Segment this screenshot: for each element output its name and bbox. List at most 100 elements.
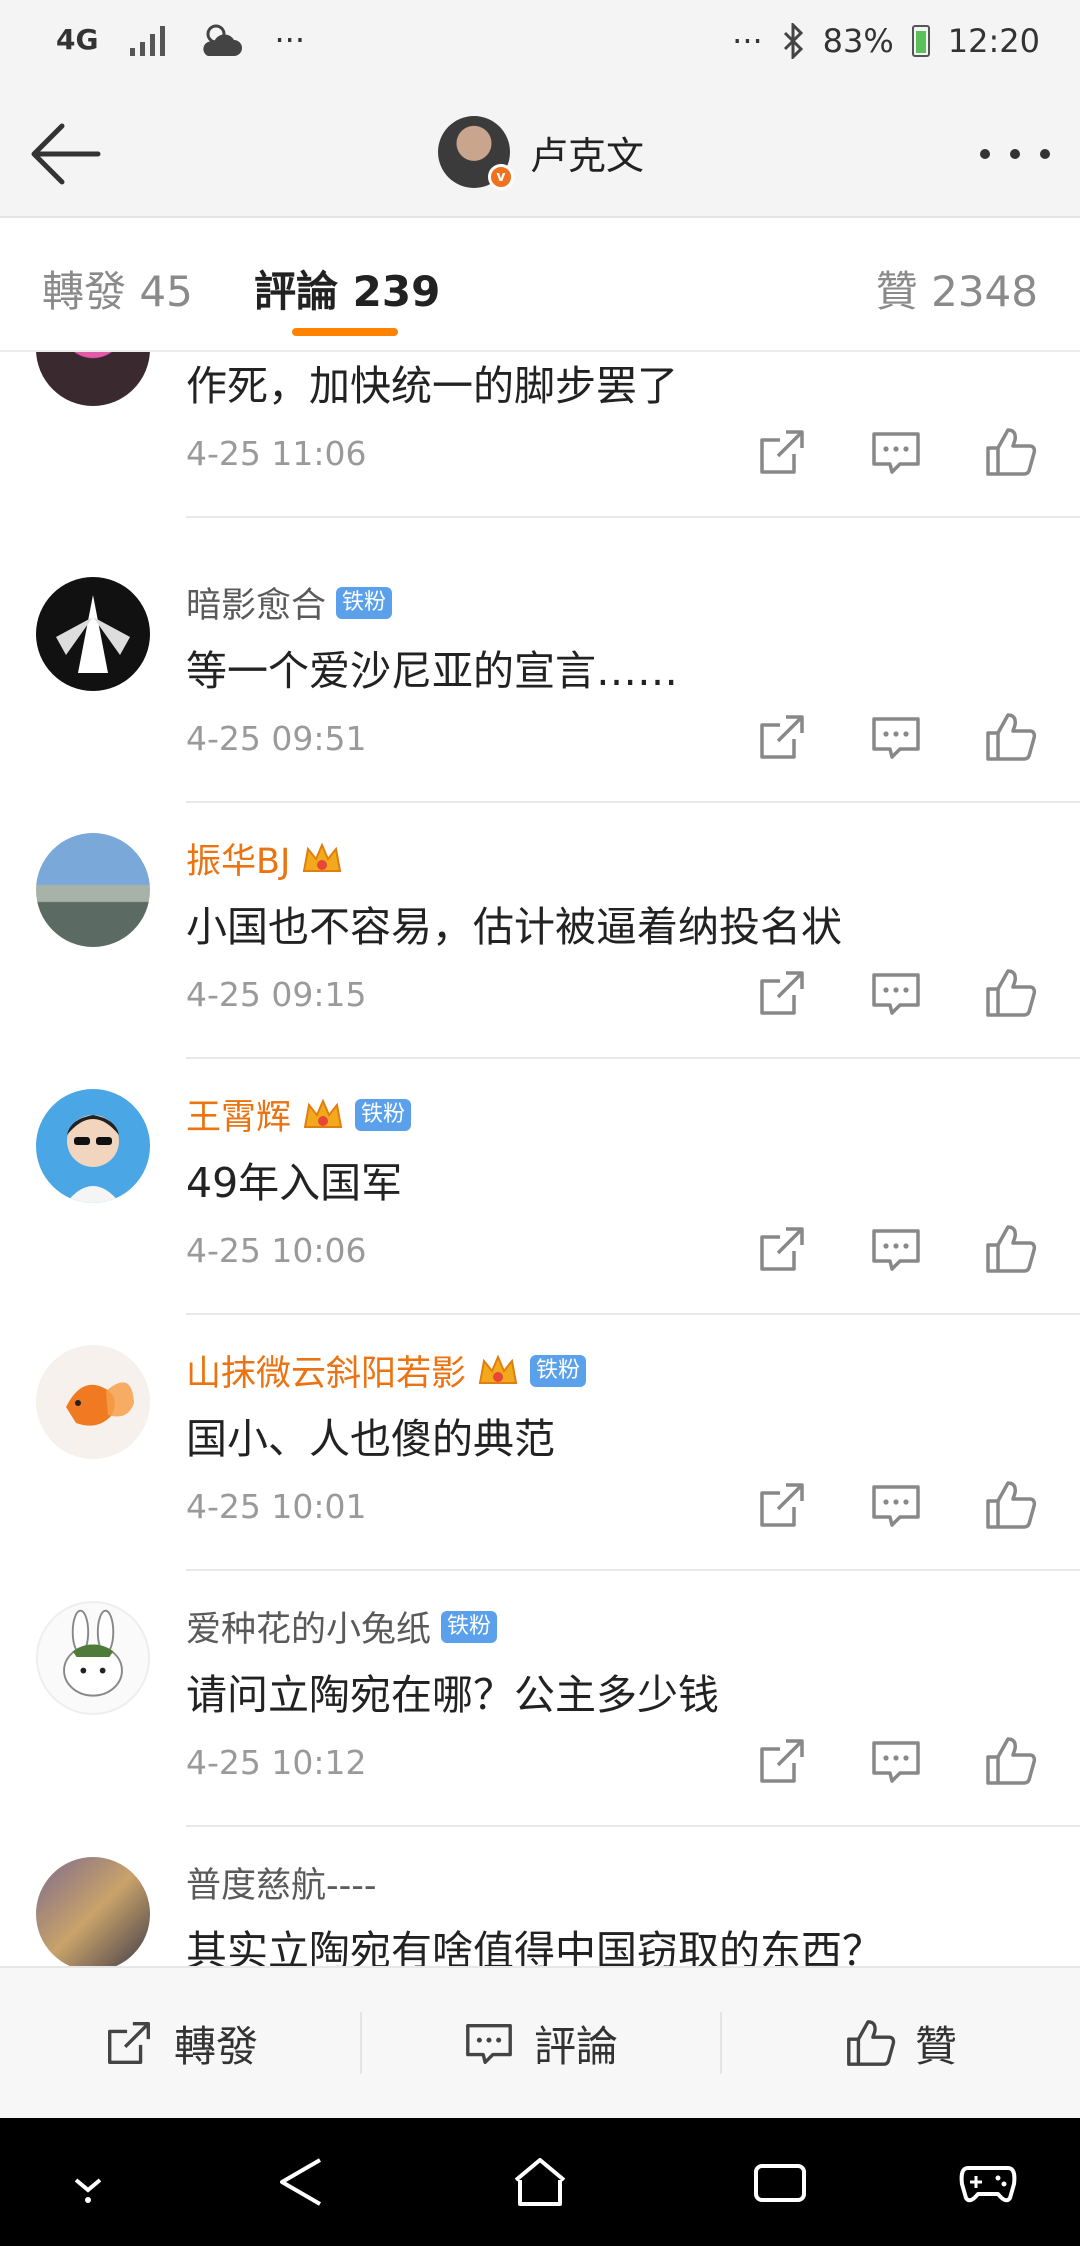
comment-item: 山抹微云斜阳若影 铁粉 国小、人也傻的典范 4-25 10:01	[0, 1345, 1080, 1601]
crown-badge-icon	[303, 1097, 343, 1128]
weather-cloudy-icon	[203, 24, 243, 56]
recent-apps-icon[interactable]	[750, 2154, 810, 2210]
user-avatar[interactable]	[36, 1857, 150, 1966]
divider	[186, 801, 1080, 803]
fan-badge: 铁粉	[441, 1610, 498, 1643]
forward-icon[interactable]	[754, 709, 810, 765]
divider	[186, 1313, 1080, 1315]
comment-label: 評論	[533, 2021, 618, 2071]
status-bar: 4G ··· ··· 83% 12:20	[0, 0, 1080, 90]
comment-button[interactable]: 評論	[360, 1968, 720, 2118]
comment-time: 4-25 09:51	[186, 719, 367, 758]
comment-text: 49年入国军	[186, 1159, 403, 1207]
divider	[186, 1057, 1080, 1059]
user-avatar[interactable]	[36, 1345, 150, 1459]
forward-icon[interactable]	[754, 1477, 810, 1533]
back-nav-icon[interactable]	[272, 2154, 332, 2210]
divider	[186, 516, 1080, 518]
tab-comments[interactable]: 評論 239	[254, 258, 440, 336]
like-icon[interactable]	[982, 1221, 1038, 1277]
avatar-bunny-icon	[63, 1609, 123, 1697]
crown-badge-icon	[303, 841, 342, 872]
username[interactable]: 振华BJ	[186, 833, 344, 884]
comment-text: 作死，加快统一的脚步罢了	[186, 362, 678, 410]
like-icon[interactable]	[982, 1733, 1038, 1789]
tab-likes[interactable]: 贊 2348	[876, 258, 1038, 319]
comment-text: 等一个爱沙尼亚的宣言……	[186, 647, 678, 695]
more-options-icon[interactable]	[980, 134, 1050, 174]
tab-bar: 轉發 45 評論 239 贊 2348	[0, 218, 1080, 352]
nav-bar: v 卢克文	[0, 90, 1080, 218]
comment-time: 4-25 10:12	[186, 1743, 367, 1782]
battery-icon	[911, 25, 930, 57]
avatar-illustration-icon	[56, 595, 130, 673]
username[interactable]: 山抹微云斜阳若影 铁粉	[186, 1345, 587, 1396]
user-avatar[interactable]	[36, 1089, 150, 1203]
crown-badge-icon	[478, 1353, 518, 1384]
hide-keyboard-icon[interactable]	[58, 2154, 118, 2210]
like-icon[interactable]	[982, 1477, 1038, 1533]
username[interactable]: 王霄辉 铁粉	[186, 1089, 412, 1140]
forward-label: 轉發	[173, 2021, 258, 2071]
network-indicator: 4G	[56, 23, 99, 56]
comment-item: 暗影愈合 铁粉 等一个爱沙尼亚的宣言…… 4-25 09:51	[0, 577, 1080, 833]
comment-icon	[466, 2023, 512, 2064]
forward-icon[interactable]	[754, 1221, 810, 1277]
tab-forwards[interactable]: 轉發 45	[42, 258, 193, 319]
like-button[interactable]: 贊	[720, 1968, 1080, 2118]
comment-item: 王霄辉 铁粉 49年入国军 4-25 10:06	[0, 1089, 1080, 1345]
forward-icon[interactable]	[754, 965, 810, 1021]
reply-icon[interactable]	[868, 709, 924, 765]
comment-item: 作死，加快统一的脚步罢了 4-25 11:06	[0, 352, 1080, 548]
user-avatar[interactable]	[36, 352, 150, 406]
fan-badge: 铁粉	[530, 1354, 587, 1387]
verified-icon: v	[488, 164, 514, 190]
bottom-action-bar: 轉發 評論 贊	[0, 1966, 1080, 2118]
forward-button[interactable]: 轉發	[0, 1968, 360, 2118]
reply-icon[interactable]	[868, 1733, 924, 1789]
home-icon[interactable]	[510, 2154, 570, 2210]
forward-icon[interactable]	[754, 1733, 810, 1789]
comment-text: 国小、人也傻的典范	[186, 1415, 555, 1463]
status-more-right: ···	[732, 22, 763, 60]
comment-time: 4-25 11:06	[186, 434, 367, 473]
like-icon[interactable]	[982, 424, 1038, 480]
reply-icon[interactable]	[868, 965, 924, 1021]
reply-icon[interactable]	[868, 424, 924, 480]
avatar-cartoon-icon	[66, 1115, 120, 1203]
bluetooth-icon	[783, 23, 803, 59]
like-icon[interactable]	[982, 709, 1038, 765]
reply-icon[interactable]	[868, 1477, 924, 1533]
comment-item: 振华BJ 小国也不容易，估计被逼着纳投名状 4-25 09:15	[0, 833, 1080, 1089]
forward-icon[interactable]	[754, 424, 810, 480]
comment-text: 小国也不容易，估计被逼着纳投名状	[186, 903, 842, 951]
fan-badge: 铁粉	[336, 586, 393, 619]
comment-time: 4-25 10:06	[186, 1231, 367, 1270]
comment-list[interactable]: 作死，加快统一的脚步罢了 4-25 11:06 暗影愈合 铁粉 等一个爱沙尼亚的宣…	[0, 352, 1080, 1966]
comment-item: 爱种花的小兔纸 铁粉 请问立陶宛在哪？公主多少钱 4-25 10:12	[0, 1601, 1080, 1857]
battery-percent: 83%	[822, 22, 894, 60]
author-avatar[interactable]: v	[438, 116, 514, 190]
reply-icon[interactable]	[868, 1221, 924, 1277]
forward-icon	[108, 2022, 150, 2064]
comment-text: 请问立陶宛在哪？公主多少钱	[186, 1671, 719, 1719]
comment-time: 4-25 09:15	[186, 975, 367, 1014]
user-avatar[interactable]	[36, 1601, 150, 1715]
author-header[interactable]: v 卢克文	[438, 116, 644, 190]
like-icon	[847, 2020, 896, 2066]
author-name[interactable]: 卢克文	[530, 125, 644, 180]
signal-icon	[130, 26, 166, 56]
user-avatar[interactable]	[36, 833, 150, 947]
comment-text: 其实立陶宛有啥值得中国窃取的东西？	[186, 1927, 883, 1966]
user-avatar[interactable]	[36, 577, 150, 691]
like-label: 贊	[914, 2021, 957, 2071]
comment-item: 普度慈航---- 其实立陶宛有啥值得中国窃取的东西？	[0, 1857, 1080, 1966]
username[interactable]: 爱种花的小兔纸 铁粉	[186, 1601, 498, 1652]
back-arrow-icon[interactable]	[28, 118, 104, 190]
comment-time: 4-25 10:01	[186, 1487, 367, 1526]
username[interactable]: 暗影愈合 铁粉	[186, 577, 393, 628]
like-icon[interactable]	[982, 965, 1038, 1021]
game-mode-icon[interactable]	[958, 2154, 1018, 2210]
username[interactable]: 普度慈航----	[186, 1857, 377, 1908]
clock: 12:20	[947, 22, 1040, 60]
